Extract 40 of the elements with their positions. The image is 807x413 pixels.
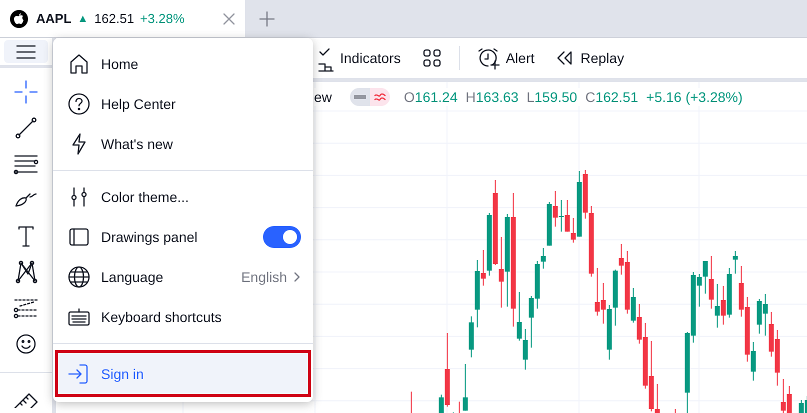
ticker-symbol: AAPL [36, 11, 72, 26]
alert-button[interactable]: Alert [468, 40, 542, 76]
current-language: English [241, 269, 287, 285]
ticker-change: +3.28% [140, 11, 186, 26]
menu-button[interactable] [4, 40, 48, 64]
new-tab-icon [259, 10, 275, 26]
crosshair-icon [12, 78, 40, 106]
ohlc-value: H163.63 [466, 89, 519, 105]
ohlc-value: O161.24 [404, 89, 458, 105]
menu-item[interactable]: Help Center [53, 84, 313, 124]
drawings-panel-switch[interactable] [263, 226, 301, 248]
apple-logo-icon [10, 10, 28, 28]
visibility-toggle[interactable] [350, 88, 390, 106]
brush-icon [15, 193, 37, 207]
menu-item[interactable]: Sign in [55, 350, 311, 397]
menu-item[interactable]: Drawings panel [53, 217, 313, 257]
indicators-button[interactable]: Indicators [310, 40, 409, 76]
menu-item[interactable]: What's new [53, 124, 313, 164]
candle [462, 364, 468, 412]
replay-button[interactable]: Replay [546, 40, 632, 76]
menu-item[interactable]: Color theme... [53, 177, 313, 217]
menu-icon [16, 44, 36, 60]
menu-item[interactable]: Keyboard shortcuts [53, 297, 313, 337]
globe-icon [67, 265, 91, 289]
menu-item[interactable]: Language English [53, 257, 313, 297]
ohlc-value: C162.51 [585, 89, 638, 105]
chevron-right-icon [293, 272, 301, 282]
price-change: +5.16 (+3.28%) [646, 89, 743, 105]
wave-icon [374, 92, 386, 102]
up-arrow: ▲ [77, 12, 88, 24]
chart-title: ew [314, 89, 332, 105]
ohlc-value: L159.50 [526, 89, 578, 105]
chart-tab[interactable]: AAPL ▲ 162.51 +3.28% [0, 0, 245, 37]
ticker-price: 162.51 [94, 11, 134, 26]
alarm-clock-icon [476, 46, 500, 70]
dash-icon [354, 94, 366, 100]
close-icon [223, 12, 235, 24]
help-icon [67, 92, 91, 116]
menu-item[interactable]: Home [53, 44, 313, 84]
layouts-icon [420, 47, 443, 69]
